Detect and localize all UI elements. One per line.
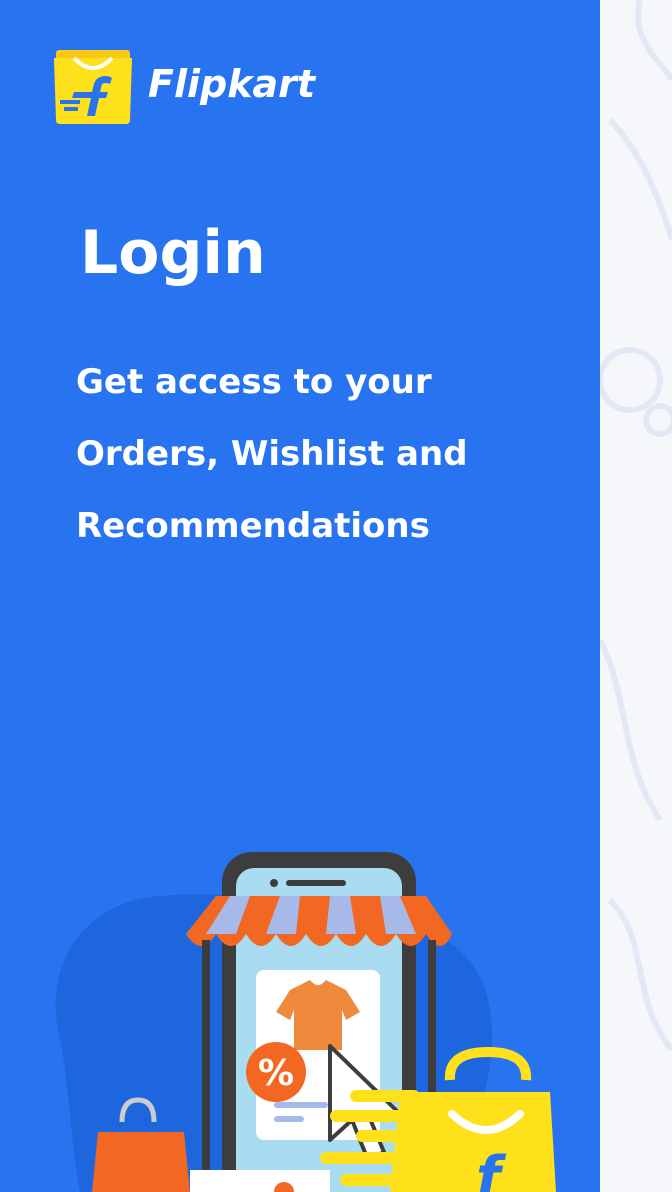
orange-bag-icon	[92, 1132, 190, 1192]
page-title: Login	[80, 218, 266, 288]
shopping-bag-logo-icon	[54, 50, 132, 124]
login-side-panel: Flipkart Login Get access to your Orders…	[0, 0, 600, 1192]
brand-name: Flipkart	[148, 62, 316, 106]
shopping-illustration: % f	[55, 852, 556, 1192]
login-subtitle: Get access to your Orders, Wishlist and …	[76, 362, 468, 546]
decorative-pattern	[600, 0, 672, 1052]
discount-symbol: %	[258, 1053, 294, 1094]
flipkart-logo[interactable]: Flipkart	[52, 44, 315, 124]
background-decoration	[600, 0, 672, 1192]
